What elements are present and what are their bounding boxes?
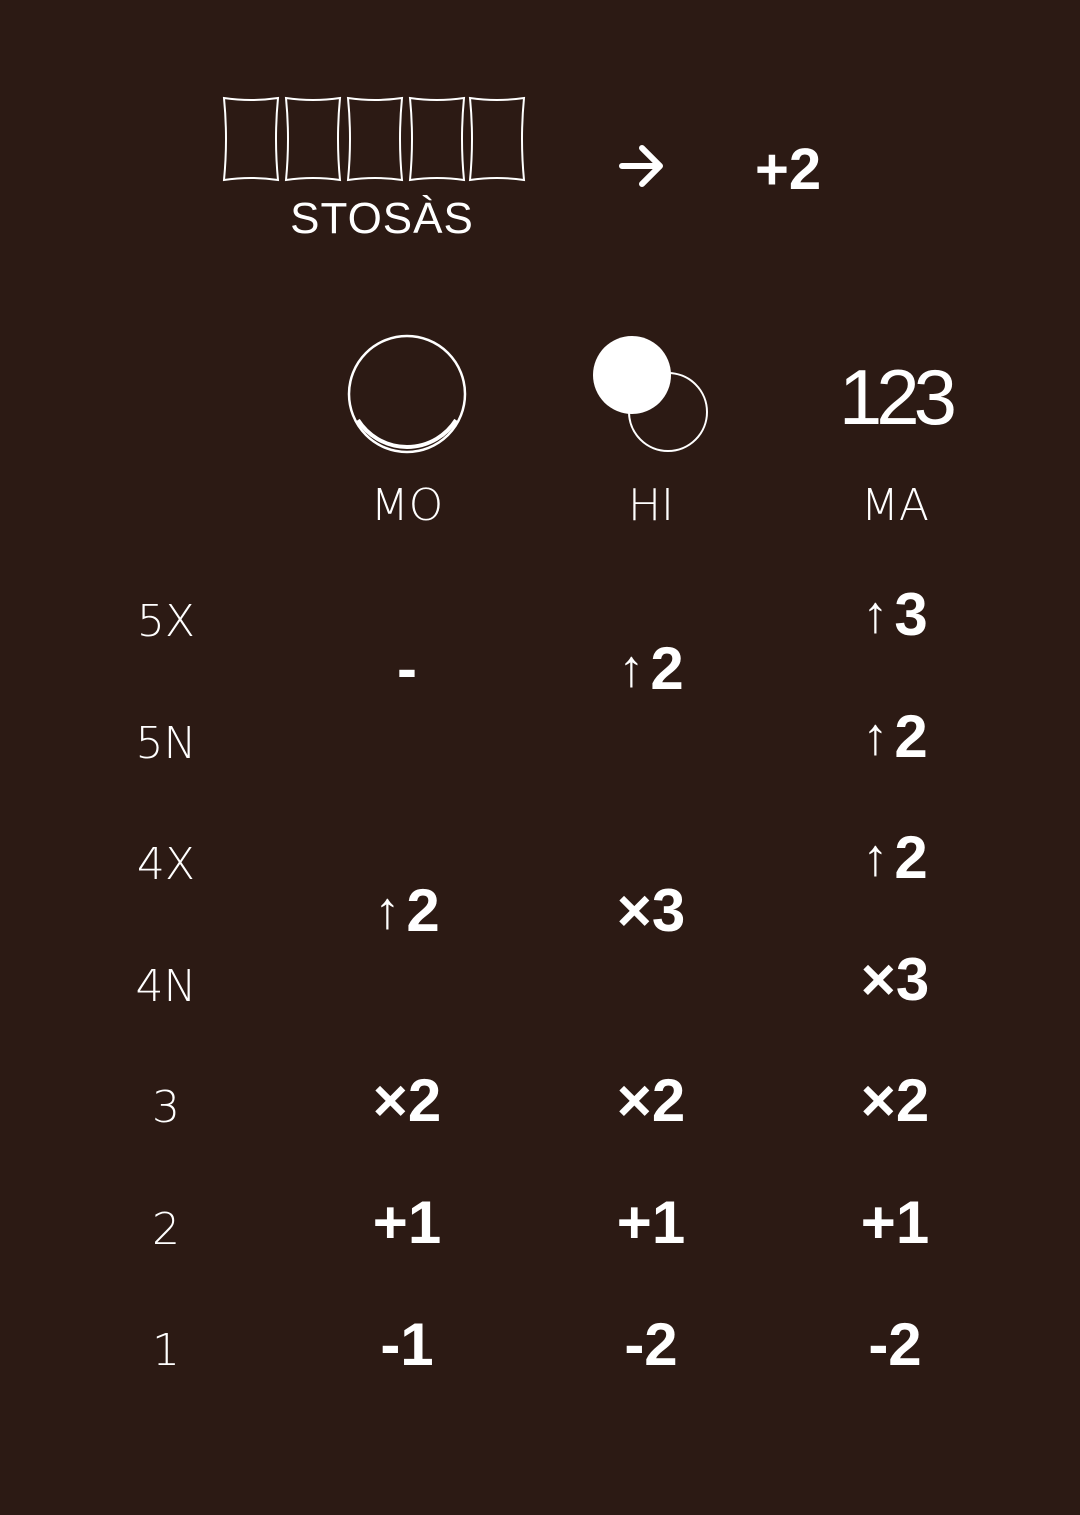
cell-mo-2: +1 bbox=[372, 1189, 442, 1256]
cell-hi-2: +1 bbox=[616, 1189, 686, 1256]
up-arrow-icon: ↑ bbox=[862, 708, 889, 766]
cell-mo-3: ×2 bbox=[372, 1067, 442, 1134]
cell-mo-5: - bbox=[397, 635, 417, 702]
cell-ma-2: +1 bbox=[860, 1189, 930, 1256]
cell-hi-3: ×2 bbox=[616, 1067, 686, 1134]
numbers-icon: 123 bbox=[838, 353, 957, 441]
cell-mo-4: ↑ 2 bbox=[317, 876, 497, 949]
column-label-ma: MA bbox=[860, 480, 930, 531]
row-label-2: 2 bbox=[152, 1204, 180, 1255]
column-label-mo: MO bbox=[370, 480, 444, 531]
cell-ma-5x-value: 3 bbox=[894, 581, 928, 648]
cell-ma-5n: ↑ 2 bbox=[805, 702, 985, 775]
cards-label: STOSÀS bbox=[290, 194, 474, 243]
row-label-5n: 5N bbox=[135, 718, 197, 769]
cell-ma-5n-value: 2 bbox=[894, 703, 928, 770]
cell-ma-4x-value: 2 bbox=[894, 824, 928, 891]
open-circle-icon bbox=[347, 334, 467, 454]
row-label-3: 3 bbox=[152, 1082, 180, 1133]
arrow-right-icon bbox=[619, 145, 663, 187]
cell-ma-4x: ↑ 2 bbox=[805, 823, 985, 896]
cell-hi-5: ↑ 2 bbox=[561, 634, 741, 707]
overlapping-circles-icon bbox=[593, 336, 708, 452]
bonus-value: +2 bbox=[755, 137, 822, 202]
cell-hi-4: ×3 bbox=[616, 877, 686, 944]
cell-ma-1: -2 bbox=[868, 1311, 922, 1378]
row-label-1: 1 bbox=[152, 1325, 180, 1376]
row-label-5x: 5X bbox=[136, 596, 196, 647]
row-label-4x: 4X bbox=[136, 839, 196, 890]
cell-ma-5x: ↑ 3 bbox=[805, 580, 985, 653]
cell-hi-1: -2 bbox=[624, 1311, 678, 1378]
row-label-4n: 4N bbox=[135, 961, 197, 1012]
cell-hi-5-value: 2 bbox=[650, 635, 684, 702]
cell-ma-3: ×2 bbox=[860, 1067, 930, 1134]
cell-ma-4n: ×3 bbox=[860, 946, 930, 1013]
up-arrow-icon: ↑ bbox=[374, 882, 401, 940]
cell-mo-1: -1 bbox=[380, 1311, 434, 1378]
cards-icon bbox=[222, 96, 526, 182]
up-arrow-icon: ↑ bbox=[618, 640, 645, 698]
up-arrow-icon: ↑ bbox=[862, 586, 889, 644]
column-label-hi: HI bbox=[627, 480, 675, 531]
cell-mo-4-value: 2 bbox=[406, 877, 440, 944]
up-arrow-icon: ↑ bbox=[862, 829, 889, 887]
